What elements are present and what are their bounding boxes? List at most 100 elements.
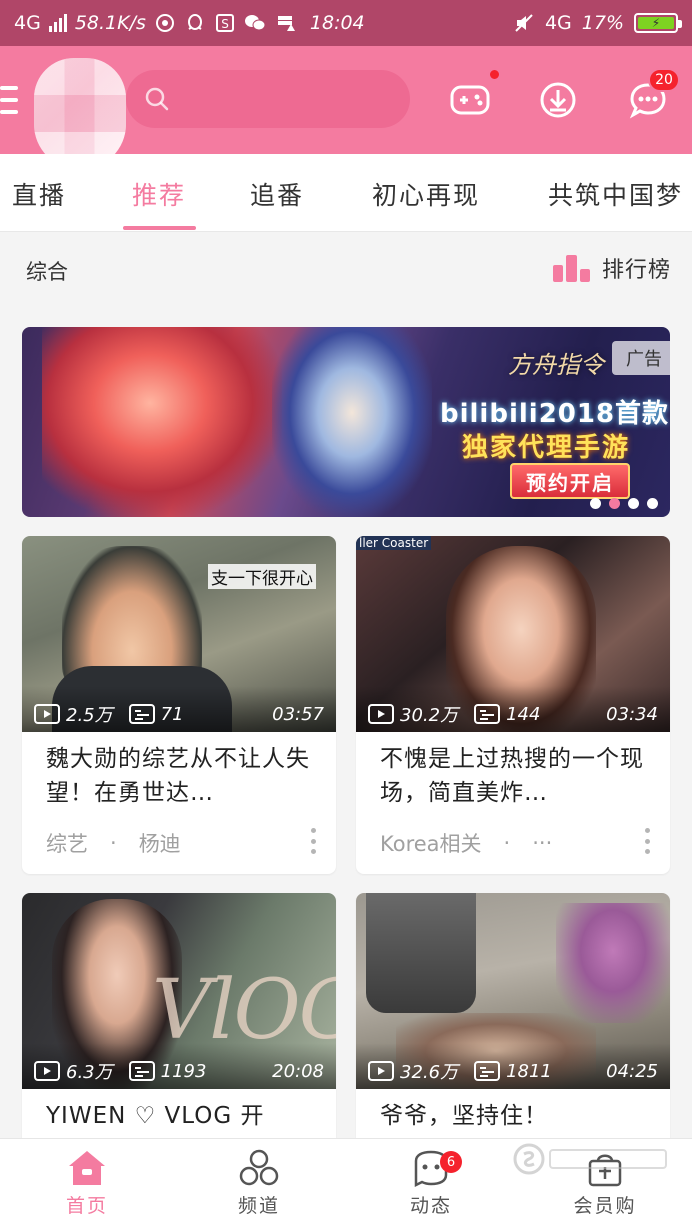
danmaku-count: 144 [474,704,540,725]
play-count-value: 2.5万 [66,705,113,726]
tab-original-heart[interactable]: 初心再现 [372,176,480,212]
banner-game-logo: 方舟指令 [508,351,604,379]
status-bar: 4G 58.1K/s S 18:04 4G 17% ⚡ [0,0,692,46]
play-count: 6.3万 [34,1058,113,1084]
danmaku-count: 1193 [128,1060,207,1082]
banner-pagination [590,498,658,509]
video-card[interactable]: 支一下很开心 2.5万 71 03:57 魏大勋的综艺从不让人失望！在勇世达… … [22,536,336,874]
danmaku-count-value: 1193 [160,1060,207,1082]
video-card[interactable]: ller Coaster 30.2万 144 03:34 不愧是上过热搜的一个现… [356,536,670,874]
download-icon [540,82,576,118]
nav-dynamic-label: 动态 [409,1195,452,1217]
banner-cta-button[interactable]: 预约开启 [510,463,630,499]
tab-live[interactable]: 直播 [12,176,66,212]
nav-dynamic[interactable]: 动态 6 [386,1149,476,1218]
nav-channel-label: 频道 [237,1195,280,1217]
video-tag[interactable]: ··· [532,831,552,855]
signal-icon [48,14,67,32]
network-label: 4G [14,12,41,34]
search-bar[interactable] [126,70,410,128]
download-button[interactable] [534,76,582,124]
ad-label: 广告 [612,341,670,375]
video-tags: 综艺 · 杨迪 [46,828,181,858]
network-right: 4G [544,12,572,34]
play-count: 2.5万 [34,701,113,727]
video-title[interactable]: 不愧是上过热搜的一个现场，简直美炸… [380,742,652,810]
play-count-value: 6.3万 [66,1062,113,1083]
video-stats: 2.5万 71 03:57 [34,702,324,726]
video-duration: 03:57 [272,703,324,725]
qq-icon [184,12,206,34]
play-count-value: 30.2万 [400,705,459,726]
play-icon [368,704,394,724]
banner-subheadline: 独家代理手游 [462,433,631,463]
ranking-label: 排行榜 [602,258,672,283]
mute-icon [513,12,535,34]
section-title: 综合 [26,260,68,284]
play-icon [34,1061,60,1081]
danmaku-count-value: 144 [506,703,541,725]
more-options-icon[interactable] [642,828,652,854]
channel-icon [239,1149,279,1186]
tab-recommend[interactable]: 推荐 [132,176,186,212]
message-count-badge: 20 [648,68,680,92]
danmaku-icon [474,1061,501,1081]
danmaku-count-value: 71 [160,703,184,725]
video-title[interactable]: 魏大勋的综艺从不让人失望！在勇世达… [46,742,318,810]
storage-warning-icon [274,12,296,34]
play-count: 30.2万 [368,701,458,727]
danmaku-icon [128,704,155,724]
thumbnail-caption: 支一下很开心 [208,564,316,589]
tag-separator: · [110,831,117,855]
video-stats: 30.2万 144 03:34 [368,702,658,726]
video-tag[interactable]: 综艺 [46,828,88,858]
nav-shop-label: 会员购 [573,1195,637,1217]
more-options-icon[interactable] [308,828,318,854]
banner-dot[interactable] [647,498,658,509]
nav-channel[interactable]: 频道 [214,1149,304,1218]
banner-dot-active[interactable] [609,498,620,509]
ad-banner[interactable]: 方舟指令 bilibili2018首款 独家代理手游 预约开启 广告 [22,327,670,517]
watermark-logo-icon [513,1143,667,1175]
video-duration: 04:25 [606,1060,658,1082]
nav-home[interactable]: 首页 [42,1149,132,1218]
status-left: 4G 58.1K/s S 18:04 [14,12,365,34]
video-card[interactable]: VlOG 6.3万 1193 20:08 YIWEN ♡ VLOG 开 [22,893,336,1153]
ranking-icon [553,255,590,282]
home-icon [69,1151,105,1185]
s-app-icon: S [214,12,236,34]
banner-dot[interactable] [628,498,639,509]
danmaku-count: 71 [128,703,184,725]
network-speed: 58.1K/s [74,12,146,34]
video-stats: 6.3万 1193 20:08 [34,1059,324,1083]
game-center-button[interactable] [446,76,494,124]
active-tab-indicator [123,226,196,230]
video-tag[interactable]: Korea相关 [380,828,482,858]
play-count-value: 32.6万 [400,1062,459,1083]
menu-icon[interactable] [0,86,18,114]
banner-dot[interactable] [590,498,601,509]
thumbnail-caption: ller Coaster [356,536,432,550]
dynamic-badge: 6 [440,1151,462,1173]
tab-anime[interactable]: 追番 [250,176,304,212]
game-new-dot [488,68,501,81]
status-right: 4G 17% ⚡ [513,12,682,34]
nav-home-label: 首页 [65,1195,108,1217]
category-tabs: 直播 推荐 追番 初心再现 共筑中国梦 [0,154,692,232]
app-notify-icon [154,12,176,34]
tag-separator: · [503,831,511,855]
banner-headline: bilibili2018首款 [440,399,670,429]
banner-character-red [42,327,282,517]
video-tag[interactable]: 杨迪 [139,828,181,858]
gamepad-icon [450,85,490,115]
danmaku-count-value: 1811 [506,1060,552,1082]
danmaku-icon [474,704,501,724]
play-icon [368,1061,394,1081]
video-card[interactable]: 32.6万 1811 04:25 爷爷，坚持住！ [356,893,670,1153]
ranking-button[interactable]: 排行榜 [552,252,671,284]
danmaku-icon [128,1061,155,1081]
search-input[interactable] [180,88,400,110]
tab-china-dream[interactable]: 共筑中国梦 [548,176,683,212]
battery-percent: 17% [581,12,624,34]
banner-character-blue [272,327,432,517]
